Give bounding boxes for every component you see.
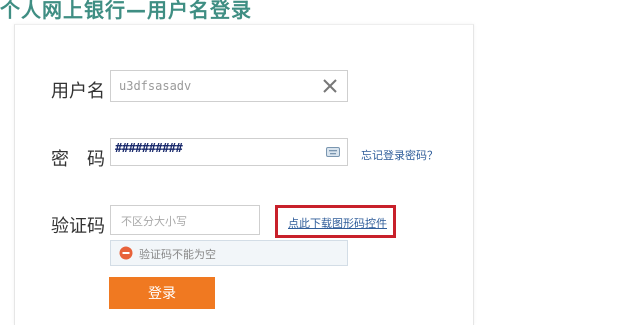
username-field[interactable]: u3dfsasadv [110,70,348,102]
error-text: 验证码不能为空 [139,248,216,261]
username-value: u3dfsasadv [119,79,192,93]
login-button[interactable]: 登录 [109,277,215,309]
download-control-link[interactable]: 点此下载图形码控件 [288,215,387,231]
captcha-field[interactable]: 不区分大小写 [110,205,260,235]
download-highlight-box: 点此下载图形码控件 [275,205,396,238]
page-title: 个人网上银行—用户名登录 [0,0,252,22]
keyboard-icon[interactable] [326,147,340,157]
password-value: ########## [115,141,183,155]
forgot-password-link[interactable]: 忘记登录密码？ [361,147,438,163]
close-icon[interactable] [321,77,339,95]
captcha-placeholder: 不区分大小写 [121,215,187,228]
username-label: 用户名 [51,81,105,102]
error-message: 验证码不能为空 [110,240,348,266]
minus-circle-icon [119,246,133,260]
captcha-label: 验证码 [51,216,105,237]
password-field[interactable]: ########## [110,138,348,166]
